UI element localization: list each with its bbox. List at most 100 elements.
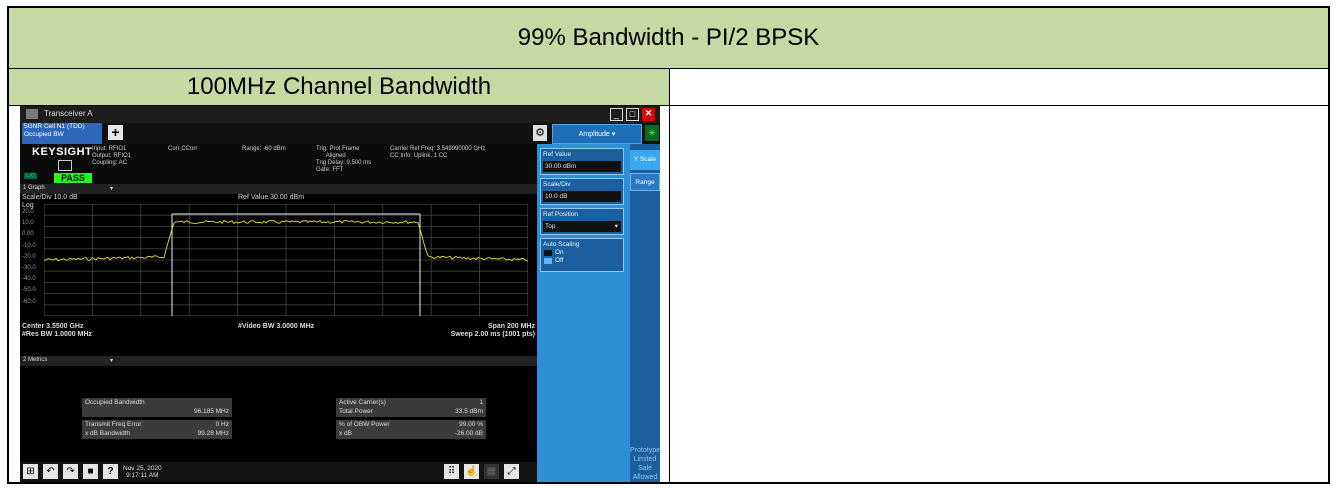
clock: Nov 25, 2020 9:17:11 AM bbox=[123, 465, 162, 479]
active-carriers-value: 1 bbox=[479, 399, 483, 406]
span-label: Span 200 MHz bbox=[487, 323, 535, 330]
corr-info: Corr CCorr bbox=[168, 146, 198, 152]
metrics-select[interactable]: 2 Metrics bbox=[23, 357, 47, 363]
y-tick-label: 10.0 bbox=[22, 220, 34, 227]
tx-freq-error-value: 0 Hz bbox=[215, 421, 229, 428]
res-bw-label: #Res BW 1.0000 MHz bbox=[22, 331, 93, 338]
on-indicator bbox=[544, 250, 552, 256]
fullscreen-icon[interactable]: ⤢ bbox=[504, 464, 519, 479]
amplitude-menu-button[interactable]: Amplitude ▾ bbox=[552, 124, 642, 144]
scale-div-softkey[interactable]: Scale/Div 10.0 dB bbox=[540, 178, 624, 205]
obw-power-box: % of OBW Power 99.00 % x dB -26.00 dB bbox=[336, 420, 486, 439]
maximize-icon[interactable]: □ bbox=[626, 108, 639, 121]
tab-label-mode: 5GNR Cell N1 (TDD) bbox=[24, 123, 85, 130]
ref-position-value: Top bbox=[545, 223, 556, 230]
y-tick-label: -50.0 bbox=[22, 287, 36, 294]
obw-power-label: % of OBW Power bbox=[339, 421, 390, 428]
total-power-label: Total Power bbox=[339, 408, 373, 415]
sweep-label: Sweep 2.00 ms (1001 pts) bbox=[450, 331, 535, 338]
chevron-down-icon[interactable]: ▾ bbox=[110, 357, 113, 364]
window-title: Transceiver A bbox=[44, 109, 93, 118]
clock-date: Nov 25, 2020 bbox=[123, 465, 162, 472]
close-icon[interactable]: ✕ bbox=[642, 108, 655, 121]
ref-value-softkey[interactable]: Ref Value 30.00 dBm bbox=[540, 148, 624, 175]
auto-scaling-softkey[interactable]: Auto Scaling On Off bbox=[540, 238, 624, 272]
xdb-label: x dB bbox=[339, 430, 353, 437]
ref-position-softkey-label: Ref Position bbox=[543, 211, 579, 218]
display-icon bbox=[58, 160, 72, 171]
xdb-value: -26.00 dB bbox=[454, 430, 483, 437]
y-tick-label: -30.0 bbox=[22, 265, 36, 271]
tab-label-measurement: Occupied BW bbox=[24, 131, 64, 138]
scale-div-field[interactable]: 10.0 dB bbox=[543, 191, 621, 202]
auto-scaling-on[interactable]: On bbox=[555, 249, 564, 256]
window-titlebar: Transceiver A _ □ ✕ bbox=[20, 106, 660, 123]
graph-select-bar: 1 Graph ▾ bbox=[20, 184, 537, 194]
spectrum-graticule bbox=[44, 204, 528, 316]
gear-icon[interactable]: ⚙ bbox=[533, 125, 547, 141]
touch-icon[interactable]: ☝ bbox=[464, 464, 479, 479]
auto-scaling-label: Auto Scaling bbox=[543, 241, 580, 248]
ref-value-field[interactable]: 30.00 dBm bbox=[543, 161, 621, 172]
column-divider bbox=[669, 105, 670, 482]
log-label: Log bbox=[22, 202, 34, 209]
video-bw-label: #Video BW 3.0000 MHz bbox=[238, 323, 315, 330]
tx-freq-error-label: Transmit Freq Error bbox=[85, 421, 142, 428]
obw-power-value: 99.00 % bbox=[459, 421, 483, 428]
help-icon[interactable]: ? bbox=[103, 464, 118, 479]
input-info: Input: RFIO1 Output: RFIO1 Coupling: AC bbox=[92, 146, 132, 166]
y-tick-label: -20.0 bbox=[22, 253, 36, 260]
redo-icon[interactable]: ↷ bbox=[63, 464, 78, 479]
y-tick-label: -60.0 bbox=[22, 298, 36, 305]
folder-icon[interactable]: ■ bbox=[83, 464, 98, 479]
xdb-bandwidth-label: x dB Bandwidth bbox=[85, 430, 131, 437]
tab-range[interactable]: Range bbox=[630, 173, 660, 191]
metrics-select-bar: 2 Metrics ▾ bbox=[20, 356, 537, 366]
y-tick-label: -40.0 bbox=[22, 276, 36, 283]
app-icon bbox=[26, 109, 38, 119]
ref-position-dropdown[interactable]: Top ▾ bbox=[543, 221, 621, 232]
xdb-bandwidth-value: 99.28 MHz bbox=[197, 430, 229, 437]
off-indicator bbox=[544, 258, 552, 264]
tab-y-scale[interactable]: Y Scale bbox=[630, 150, 660, 170]
spectrum-plot: Scale/Div 10.0 dB Ref Value 30.00 dBm Lo… bbox=[20, 194, 537, 350]
total-power-value: 33.5 dBm bbox=[455, 408, 483, 415]
column-header-100mhz: 100MHz Channel Bandwidth bbox=[9, 69, 670, 106]
windows-icon[interactable]: ⊞ bbox=[23, 464, 38, 479]
active-carriers-box: Active Carrier(s) 1 Total Power 33.5 dBm bbox=[336, 398, 486, 417]
measurement-info-bar: KEYSIGHT LXI PASS Input: RFIO1 Output: R… bbox=[20, 144, 537, 184]
ref-value-softkey-label: Ref Value bbox=[543, 151, 572, 158]
trigger-info: Trig: Prot Frame Aligned Trig Delay: 9.5… bbox=[316, 146, 372, 173]
lxi-indicator: LXI bbox=[24, 173, 38, 179]
active-carriers-label: Active Carrier(s) bbox=[339, 399, 386, 406]
undo-icon[interactable]: ↶ bbox=[43, 464, 58, 479]
sweep-status-icon[interactable]: ✳ bbox=[645, 125, 659, 141]
add-tab-icon[interactable]: + bbox=[108, 125, 123, 140]
scale-div-softkey-label: Scale/Div bbox=[543, 181, 571, 188]
mode-tab-row: 5GNR Cell N1 (TDD) Occupied BW + ⚙ Ampli… bbox=[20, 123, 660, 144]
grid-icon[interactable]: ▦ bbox=[484, 464, 499, 479]
instrument-taskbar: ⊞ ↶ ↷ ■ ? Nov 25, 2020 9:17:11 AM ⠿ ☝ ▦ … bbox=[20, 462, 537, 482]
ref-position-softkey[interactable]: Ref Position Top ▾ bbox=[540, 208, 624, 235]
analyzer-screenshot: Transceiver A _ □ ✕ 5GNR Cell N1 (TDD) O… bbox=[20, 106, 660, 482]
amplitude-label: Amplitude bbox=[578, 131, 610, 138]
occupied-bandwidth-label: Occupied Bandwidth bbox=[85, 399, 145, 406]
chevron-down-icon[interactable]: ▾ bbox=[110, 185, 113, 192]
center-freq-label: Center 3.5500 GHz bbox=[22, 323, 84, 330]
auto-scaling-off[interactable]: Off bbox=[555, 257, 564, 264]
graph-select[interactable]: 1 Graph bbox=[23, 185, 45, 191]
prototype-watermark: Prototype Limited Sale Allowed bbox=[630, 447, 660, 481]
occupied-bandwidth-value: 96.185 MHz bbox=[193, 408, 229, 415]
comparison-table: 99% Bandwidth - PI/2 BPSK 100MHz Channel… bbox=[7, 6, 1330, 484]
occupied-bandwidth-box: Occupied Bandwidth 96.185 MHz bbox=[82, 398, 232, 417]
y-tick-label: -10.0 bbox=[22, 242, 36, 249]
minimize-icon[interactable]: _ bbox=[610, 108, 623, 121]
ref-value-label: Ref Value 30.00 dBm bbox=[238, 194, 305, 201]
freq-error-box: Transmit Freq Error 0 Hz x dB Bandwidth … bbox=[82, 420, 232, 439]
amplitude-softkey-panel: Ref Value 30.00 dBm Scale/Div 10.0 dB Re… bbox=[537, 144, 630, 482]
pass-badge: PASS bbox=[54, 173, 92, 183]
tab-5gnr-occupied-bw[interactable]: 5GNR Cell N1 (TDD) Occupied BW bbox=[22, 123, 102, 144]
keypad-icon[interactable]: ⠿ bbox=[444, 464, 459, 479]
chevron-down-icon: ▾ bbox=[614, 223, 618, 230]
carrier-info: Carrier Ref Freq: 3.549990000 GHz CC Inf… bbox=[390, 146, 486, 159]
